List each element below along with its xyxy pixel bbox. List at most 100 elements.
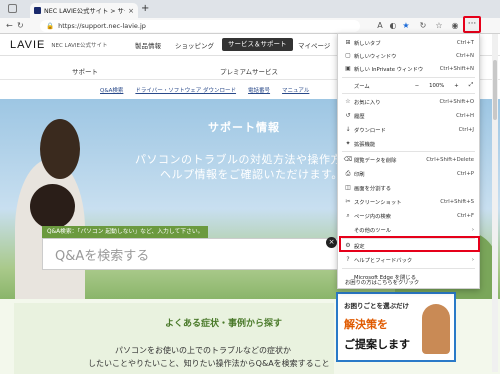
qa-search-input[interactable]: Q&Aを検索する xyxy=(42,238,342,270)
faq-body-line2: したいことやりたいこと、知りたい操作法からQ&Aを検索すること xyxy=(88,359,330,368)
favicon-icon xyxy=(34,7,41,14)
menu-find[interactable]: ⌕ ページ内の検索 Ctrl+F xyxy=(338,209,479,222)
window-icons xyxy=(8,4,17,13)
chevron-right-icon: › xyxy=(471,226,474,233)
menu-label: 新しい InPrivate ウィンドウ xyxy=(354,66,424,73)
quick-links: Q&A検索 ドライバー・ソフトウェア ダウンロード 電話番号 マニュアル xyxy=(100,86,309,94)
menu-zoom: ズーム − 100% + ⤢ xyxy=(338,79,479,92)
nav-support[interactable]: サービス＆サポート xyxy=(222,38,293,51)
hero-photo-head xyxy=(30,184,75,229)
screenshot-icon: ✂ xyxy=(345,198,351,205)
trouble-link[interactable]: お困りの方はこちらをクリック xyxy=(339,278,482,286)
menu-shortcut: Ctrl+H xyxy=(456,112,474,119)
menu-label: ページ内の検索 xyxy=(354,213,391,220)
hero-close-button[interactable]: × xyxy=(326,237,337,248)
nav-shopping[interactable]: ショッピング xyxy=(175,40,214,50)
menu-history[interactable]: ↺ 履歴 Ctrl+H xyxy=(338,109,479,122)
banner-line1: お困りごとを選ぶだけ xyxy=(344,302,409,310)
nav-products[interactable]: 製品情報 xyxy=(135,40,161,50)
back-icon[interactable]: ← xyxy=(6,21,13,30)
qa-search-placeholder: Q&Aを検索する xyxy=(55,248,150,264)
profile-icon[interactable] xyxy=(8,4,17,13)
menu-inprivate[interactable]: ▣ 新しい InPrivate ウィンドウ Ctrl+Shift+N xyxy=(338,62,479,75)
menu-label: 閲覧データを削除 xyxy=(354,157,397,164)
read-aloud-icon[interactable]: A xyxy=(375,21,385,31)
link-phone[interactable]: 電話番号 xyxy=(248,86,270,94)
settings-highlight xyxy=(339,236,480,252)
link-manual[interactable]: マニュアル xyxy=(282,86,309,94)
inprivate-icon: ▣ xyxy=(345,65,351,72)
menu-label: スクリーンショット xyxy=(354,199,402,206)
site-logo[interactable]: LAVIE xyxy=(10,39,45,51)
menu-separator xyxy=(342,77,475,78)
address-bar[interactable]: 🔒 https://support.nec-lavie.jp xyxy=(40,20,360,32)
menu-label: 画面を分割する xyxy=(354,185,392,192)
menu-new-tab[interactable]: ⊞ 新しいタブ Ctrl+T xyxy=(338,36,479,49)
lock-icon: 🔒 xyxy=(46,22,55,30)
extensions-icon: ✦ xyxy=(345,140,351,147)
zoom-label: ズーム xyxy=(354,83,370,90)
refresh-page-icon[interactable]: ↻ xyxy=(418,21,428,31)
hero-text-line1: パソコンのトラブルの対処方法や操作方法な xyxy=(135,153,365,166)
hero-text-line2: ヘルプ情報をご確認いただけます。 xyxy=(160,168,343,181)
url-text: https://support.nec-lavie.jp xyxy=(58,22,146,30)
more-menu-button[interactable]: ··· xyxy=(463,16,481,33)
new-tab-button[interactable]: + xyxy=(141,3,149,14)
menu-label: 印刷 xyxy=(354,171,365,178)
menu-shortcut: Ctrl+Shift+S xyxy=(440,198,474,205)
menu-extensions[interactable]: ✦ 拡張機能 xyxy=(338,137,479,150)
menu-separator xyxy=(342,93,475,94)
menu-separator xyxy=(342,268,475,269)
zoom-out-button[interactable]: − xyxy=(415,83,419,89)
nav-mypage[interactable]: マイページ xyxy=(298,40,330,50)
print-icon: ⎙ xyxy=(345,169,351,177)
menu-new-window[interactable]: ▢ 新しいウィンドウ Ctrl+N xyxy=(338,49,479,62)
refresh-icon[interactable]: ↻ xyxy=(17,21,24,30)
help-banner[interactable]: お困りごとを選ぶだけ 解決策を ご提案します xyxy=(336,292,456,362)
history-icon: ↺ xyxy=(345,112,351,119)
tab-close-button[interactable]: × xyxy=(128,7,134,15)
tab-bar: NEC LAVIE公式サイト > サービス＆サポ × + xyxy=(0,0,500,18)
new-tab-icon: ⊞ xyxy=(345,39,351,46)
menu-print[interactable]: ⎙ 印刷 Ctrl+P xyxy=(338,167,479,180)
menu-more-tools[interactable]: その他のツール › xyxy=(338,223,479,236)
favorite-star-icon[interactable]: ★ xyxy=(401,21,411,31)
faq-body-line1: パソコンをお使いの上でのトラブルなどの症状か xyxy=(115,346,291,355)
find-icon: ⌕ xyxy=(346,211,350,219)
menu-label: 新しいウィンドウ xyxy=(354,53,397,60)
menu-shortcut: Ctrl+P xyxy=(456,170,474,177)
banner-line3: ご提案します xyxy=(344,338,410,351)
tracking-icon[interactable]: ◐ xyxy=(388,21,398,31)
menu-label: 拡張機能 xyxy=(354,141,376,148)
delete-icon: ⌫ xyxy=(343,156,353,163)
new-window-icon: ▢ xyxy=(345,52,351,59)
profile-avatar-icon[interactable]: ◉ xyxy=(450,21,460,31)
banner-line2: 解決策を xyxy=(344,318,388,331)
site-logo-sub: NEC LAVIE公式サイト xyxy=(51,42,108,49)
menu-clear-data[interactable]: ⌫ 閲覧データを削除 Ctrl+Shift+Delete xyxy=(338,153,479,166)
menu-label: ダウンロード xyxy=(354,127,386,134)
zoom-in-button[interactable]: + xyxy=(454,83,458,89)
qa-search-hint: Q&A検索：「パソコン 起動しない」など、入力して下さい。 xyxy=(42,226,209,238)
menu-shortcut: Ctrl+Shift+Delete xyxy=(426,156,474,163)
link-drivers[interactable]: ドライバー・ソフトウェア ダウンロード xyxy=(135,86,236,94)
favorites-icon: ☆ xyxy=(345,98,351,105)
link-qa-search[interactable]: Q&A検索 xyxy=(100,86,123,94)
menu-separator xyxy=(342,151,475,152)
menu-label: ヘルプとフィードバック xyxy=(354,257,413,264)
menu-split-screen[interactable]: ◫ 画面を分割する xyxy=(338,181,479,194)
subnav-support[interactable]: サポート xyxy=(72,66,98,76)
browser-tab[interactable]: NEC LAVIE公式サイト > サービス＆サポ × xyxy=(30,3,138,18)
download-icon: ↓ xyxy=(345,126,351,133)
menu-screenshot[interactable]: ✂ スクリーンショット Ctrl+Shift+S xyxy=(338,195,479,208)
scrollbar-thumb[interactable] xyxy=(493,60,497,120)
collections-icon[interactable]: ☆ xyxy=(434,21,444,31)
menu-favorites[interactable]: ☆ お気に入り Ctrl+Shift+O xyxy=(338,95,479,108)
subnav-premium[interactable]: プレミアムサービス xyxy=(220,66,278,76)
faq-title: よくある症状・事例から探す xyxy=(165,319,283,329)
menu-help[interactable]: ? ヘルプとフィードバック › xyxy=(338,253,479,266)
fullscreen-icon[interactable]: ⤢ xyxy=(469,82,473,89)
menu-shortcut: Ctrl+N xyxy=(456,52,474,59)
menu-downloads[interactable]: ↓ ダウンロード Ctrl+J xyxy=(338,123,479,136)
help-icon: ? xyxy=(346,256,350,263)
